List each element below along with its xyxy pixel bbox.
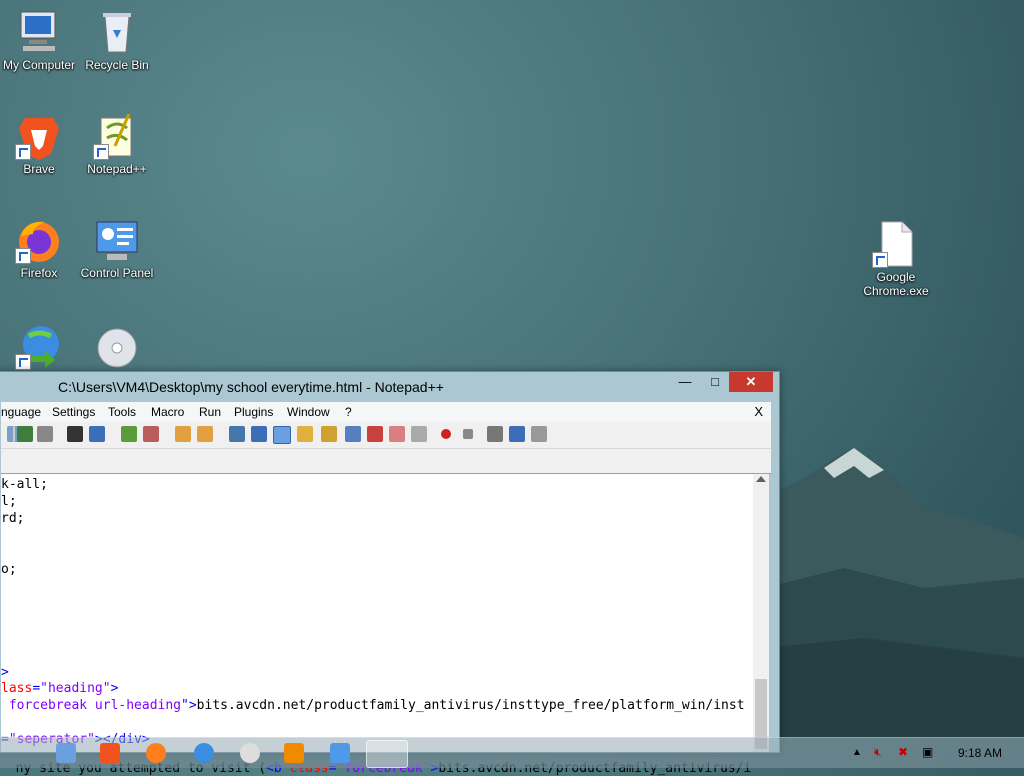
sync-horizontal-icon[interactable] <box>197 426 213 442</box>
user-language-icon[interactable] <box>297 426 313 442</box>
network-error-icon[interactable]: ✖ <box>898 745 908 759</box>
shortcut-arrow-icon <box>15 248 31 264</box>
code-editor[interactable]: k-all; l; rd; o; > lass="heading"> force… <box>1 474 753 752</box>
menu-macro[interactable]: Macro <box>151 405 184 419</box>
tab-strip[interactable] <box>1 449 771 474</box>
desktop-icon-my-computer[interactable]: My Computer <box>0 8 79 72</box>
notepadpp-icon <box>93 112 141 160</box>
shortcut-arrow-icon <box>15 144 31 160</box>
stop-recording-icon[interactable] <box>463 429 473 439</box>
word-wrap-icon[interactable] <box>229 426 245 442</box>
clock[interactable]: 9:18 AM <box>958 746 1002 760</box>
code-line: lass="heading"> <box>1 681 119 696</box>
code-line: l; <box>1 494 17 509</box>
title-bar[interactable]: C:\Users\VM4\Desktop\my school everytime… <box>0 372 779 402</box>
computer-icon <box>15 8 63 56</box>
control-panel-icon <box>93 216 141 264</box>
taskbar-disc-icon[interactable] <box>240 743 260 763</box>
zoom-out-icon[interactable] <box>143 426 159 442</box>
desktop-icon-control-panel[interactable]: Control Panel <box>77 216 157 280</box>
taskbar-brave-icon[interactable] <box>100 743 120 763</box>
close-document-button[interactable]: X <box>754 404 763 419</box>
desktop-icon-brave[interactable]: Brave <box>0 112 79 176</box>
shortcut-arrow-icon <box>93 144 109 160</box>
recycle-bin-icon <box>93 8 141 56</box>
code-line: > <box>1 665 9 680</box>
menu-window[interactable]: Window <box>287 405 330 419</box>
taskbar-notepadpp-button[interactable] <box>366 740 408 768</box>
code-line: forcebreak url-heading">bits.avcdn.net/p… <box>1 698 745 713</box>
monitoring-icon[interactable] <box>389 426 405 442</box>
minimize-button[interactable]: — <box>671 372 699 392</box>
desktop-icon-notepadpp[interactable]: Notepad++ <box>77 112 157 176</box>
menu-settings[interactable]: Settings <box>52 405 95 419</box>
desktop-icon-internet-download[interactable] <box>0 322 79 372</box>
desktop-icon-disc[interactable] <box>77 322 157 372</box>
show-hidden-icons-icon[interactable]: ▲ <box>852 747 862 758</box>
code-line: k-all; <box>1 477 48 492</box>
menu-tools[interactable]: Tools <box>108 405 136 419</box>
desktop-icon-google-chrome-exe[interactable]: Google Chrome.exe <box>856 220 936 298</box>
taskbar-vlc-icon[interactable] <box>284 743 304 763</box>
shortcut-arrow-icon <box>15 354 31 370</box>
firefox-icon <box>15 216 63 264</box>
internet-download-icon <box>15 322 63 370</box>
document-map-icon[interactable] <box>321 426 337 442</box>
toolbar-separator <box>13 426 15 442</box>
menu-run[interactable]: Run <box>199 405 221 419</box>
taskbar-explorer-icon[interactable] <box>56 743 76 763</box>
undo-icon[interactable] <box>17 426 33 442</box>
desktop-icon-recycle-bin[interactable]: Recycle Bin <box>77 8 157 72</box>
record-macro-icon[interactable] <box>441 429 451 439</box>
function-list-icon[interactable] <box>345 426 361 442</box>
menu-language[interactable]: nguage <box>1 405 41 419</box>
window-title: C:\Users\VM4\Desktop\my school everytime… <box>58 379 444 395</box>
shortcut-arrow-icon <box>872 252 888 268</box>
volume-muted-icon[interactable]: 🔇︎ <box>874 745 882 760</box>
redo-icon[interactable] <box>37 426 53 442</box>
folder-as-workspace-icon[interactable] <box>367 426 383 442</box>
replace-icon[interactable] <box>89 426 105 442</box>
code-line: rd; <box>1 511 25 526</box>
close-button[interactable]: ✕ <box>729 372 773 392</box>
desktop-icon-firefox[interactable]: Firefox <box>0 216 79 280</box>
scroll-up-icon[interactable] <box>756 476 766 482</box>
file-icon <box>872 220 920 268</box>
menu-plugins[interactable]: Plugins <box>234 405 273 419</box>
taskbar-control-panel-icon[interactable] <box>330 743 350 763</box>
run-macro-multiple-icon[interactable] <box>509 426 525 442</box>
network-icon[interactable]: ▣ <box>922 745 933 759</box>
toolbar <box>1 422 771 449</box>
brave-icon <box>15 112 63 160</box>
menu-help[interactable]: ? <box>345 405 352 419</box>
vertical-scrollbar[interactable] <box>753 474 769 752</box>
notepadpp-window[interactable]: C:\Users\VM4\Desktop\my school everytime… <box>0 371 780 753</box>
find-icon[interactable] <box>67 426 83 442</box>
maximize-button[interactable]: □ <box>701 372 729 392</box>
taskbar-idm-icon[interactable] <box>194 743 214 763</box>
code-line: o; <box>1 562 17 577</box>
menu-bar: nguage Settings Tools Macro Run Plugins … <box>1 402 771 422</box>
play-macro-icon[interactable] <box>487 426 503 442</box>
save-macro-icon[interactable] <box>531 426 547 442</box>
mountain-wallpaper <box>764 448 1024 738</box>
taskbar: ▲ 🔇︎ ✖ ▣ 9:18 AM <box>0 737 1024 768</box>
disc-icon <box>93 322 141 370</box>
indent-guide-icon[interactable] <box>273 426 291 444</box>
show-all-characters-icon[interactable] <box>251 426 267 442</box>
zoom-in-icon[interactable] <box>121 426 137 442</box>
sync-vertical-icon[interactable] <box>175 426 191 442</box>
taskbar-firefox-icon[interactable] <box>146 743 166 763</box>
preview-icon[interactable] <box>411 426 427 442</box>
